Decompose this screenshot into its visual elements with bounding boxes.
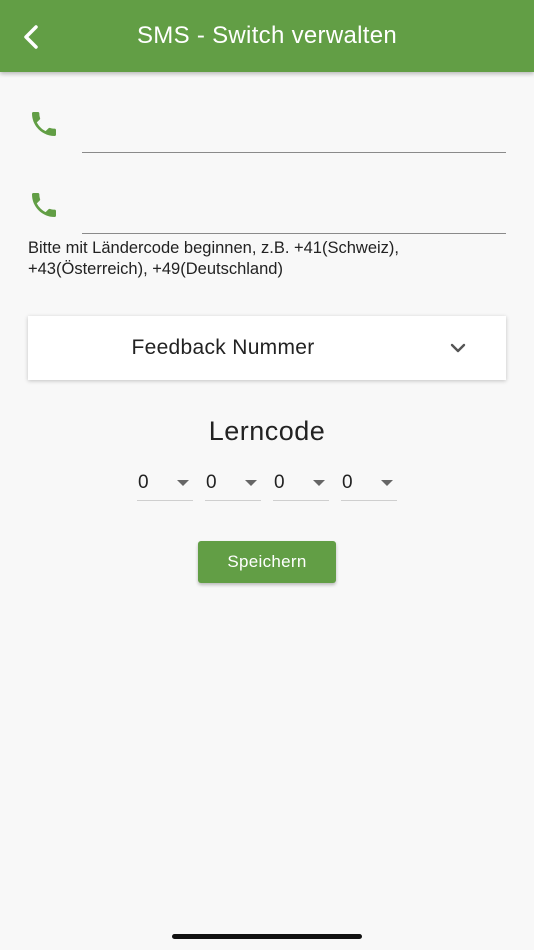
- app-bar: SMS - Switch verwalten: [0, 0, 534, 72]
- dropdown-arrow-icon: [313, 480, 325, 486]
- lerncode-title: Lerncode: [208, 416, 326, 446]
- lerncode-digit-4-select[interactable]: 0: [341, 466, 397, 501]
- digit-value: 0: [206, 472, 217, 493]
- digit-value: 0: [138, 472, 149, 493]
- chevron-down-icon: [450, 343, 466, 353]
- digit-value: 0: [274, 472, 285, 493]
- digit-value: 0: [342, 472, 353, 493]
- save-button[interactable]: Speichern: [198, 541, 336, 583]
- dropdown-arrow-icon: [177, 480, 189, 486]
- lerncode-digit-1-select[interactable]: 0: [137, 466, 193, 501]
- phone-number-field-1[interactable]: [82, 112, 506, 153]
- phone-number-field-2[interactable]: [82, 193, 506, 234]
- lerncode-digit-2-select[interactable]: 0: [205, 466, 261, 501]
- dropdown-arrow-icon: [245, 480, 257, 486]
- lerncode-digit-3-select[interactable]: 0: [273, 466, 329, 501]
- feedback-number-dropdown[interactable]: Feedback Nummer: [28, 316, 506, 380]
- home-indicator[interactable]: [172, 934, 362, 939]
- dropdown-arrow-icon: [381, 480, 393, 486]
- phone-icon: [32, 193, 56, 217]
- country-code-hint: Bitte mit Ländercode beginnen, z.B. +41(…: [28, 239, 400, 278]
- dropdown-label: Feedback Nummer: [131, 336, 315, 359]
- phone-icon: [32, 112, 56, 136]
- page-title: SMS - Switch verwalten: [136, 22, 397, 49]
